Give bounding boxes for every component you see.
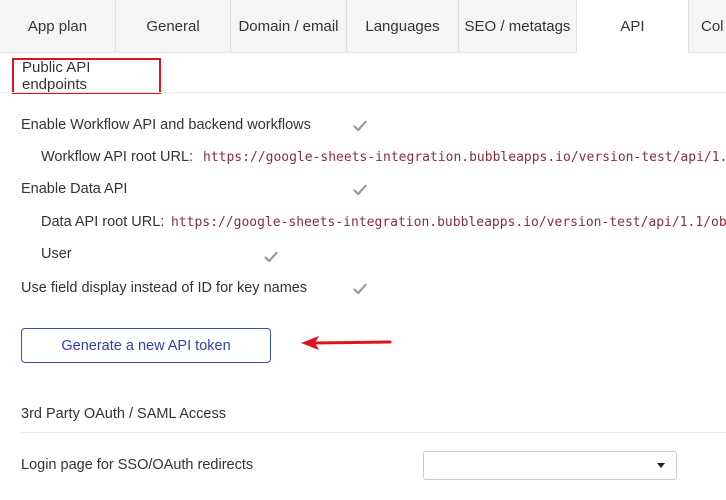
- tab-seo-metatags[interactable]: SEO / metatags: [459, 0, 577, 52]
- data-root-label: Data API root URL:: [41, 214, 165, 230]
- settings-page: App plan General Domain / email Language…: [0, 0, 726, 500]
- tab-label: General: [146, 17, 200, 35]
- red-arrow-left-icon: [301, 336, 392, 350]
- field-display-checkbox[interactable]: [352, 281, 368, 297]
- checkmark-icon: [353, 120, 367, 132]
- tab-label: App plan: [27, 17, 88, 35]
- user-checkbox[interactable]: [263, 249, 279, 265]
- tab-label: Domain / email: [238, 17, 339, 35]
- settings-tab-bar: App plan General Domain / email Language…: [0, 0, 726, 53]
- tab-app-plan[interactable]: App plan: [0, 0, 116, 52]
- data-api-label: Enable Data API: [21, 181, 128, 197]
- checkmark-icon: [264, 251, 278, 263]
- checkmark-icon: [353, 184, 367, 196]
- workflow-root-url: https://google-sheets-integration.bubble…: [203, 150, 726, 165]
- caret-down-icon: [657, 463, 665, 468]
- login-page-dropdown[interactable]: [423, 451, 677, 480]
- oauth-section-title: 3rd Party OAuth / SAML Access: [21, 406, 226, 422]
- section-title-text: Public API endpoints: [22, 59, 91, 93]
- tab-domain-email[interactable]: Domain / email: [231, 0, 347, 52]
- login-page-label: Login page for SSO/OAuth redirects: [21, 457, 254, 473]
- oauth-divider: [21, 432, 726, 433]
- tab-general[interactable]: General: [116, 0, 231, 52]
- workflow-root-label: Workflow API root URL:: [41, 149, 194, 165]
- workflow-api-checkbox[interactable]: [352, 118, 368, 134]
- tab-label: Languages: [365, 17, 440, 35]
- section-title-public-api: Public API endpoints: [12, 58, 161, 94]
- tab-label: Col: [701, 17, 724, 35]
- tab-api[interactable]: API: [577, 0, 689, 53]
- checkmark-icon: [353, 283, 367, 295]
- field-display-label: Use field display instead of ID for key …: [21, 280, 308, 296]
- tab-languages[interactable]: Languages: [347, 0, 459, 52]
- section-divider: [0, 92, 726, 93]
- tab-collaboration[interactable]: Col: [689, 0, 726, 52]
- tab-label: SEO / metatags: [464, 17, 571, 35]
- tab-label: API: [620, 17, 645, 35]
- generate-api-token-button[interactable]: Generate a new API token: [21, 328, 271, 363]
- data-api-checkbox[interactable]: [352, 182, 368, 198]
- user-label: User: [41, 246, 72, 262]
- data-root-url: https://google-sheets-integration.bubble…: [171, 215, 726, 230]
- workflow-api-label: Enable Workflow API and backend workflow…: [21, 117, 311, 133]
